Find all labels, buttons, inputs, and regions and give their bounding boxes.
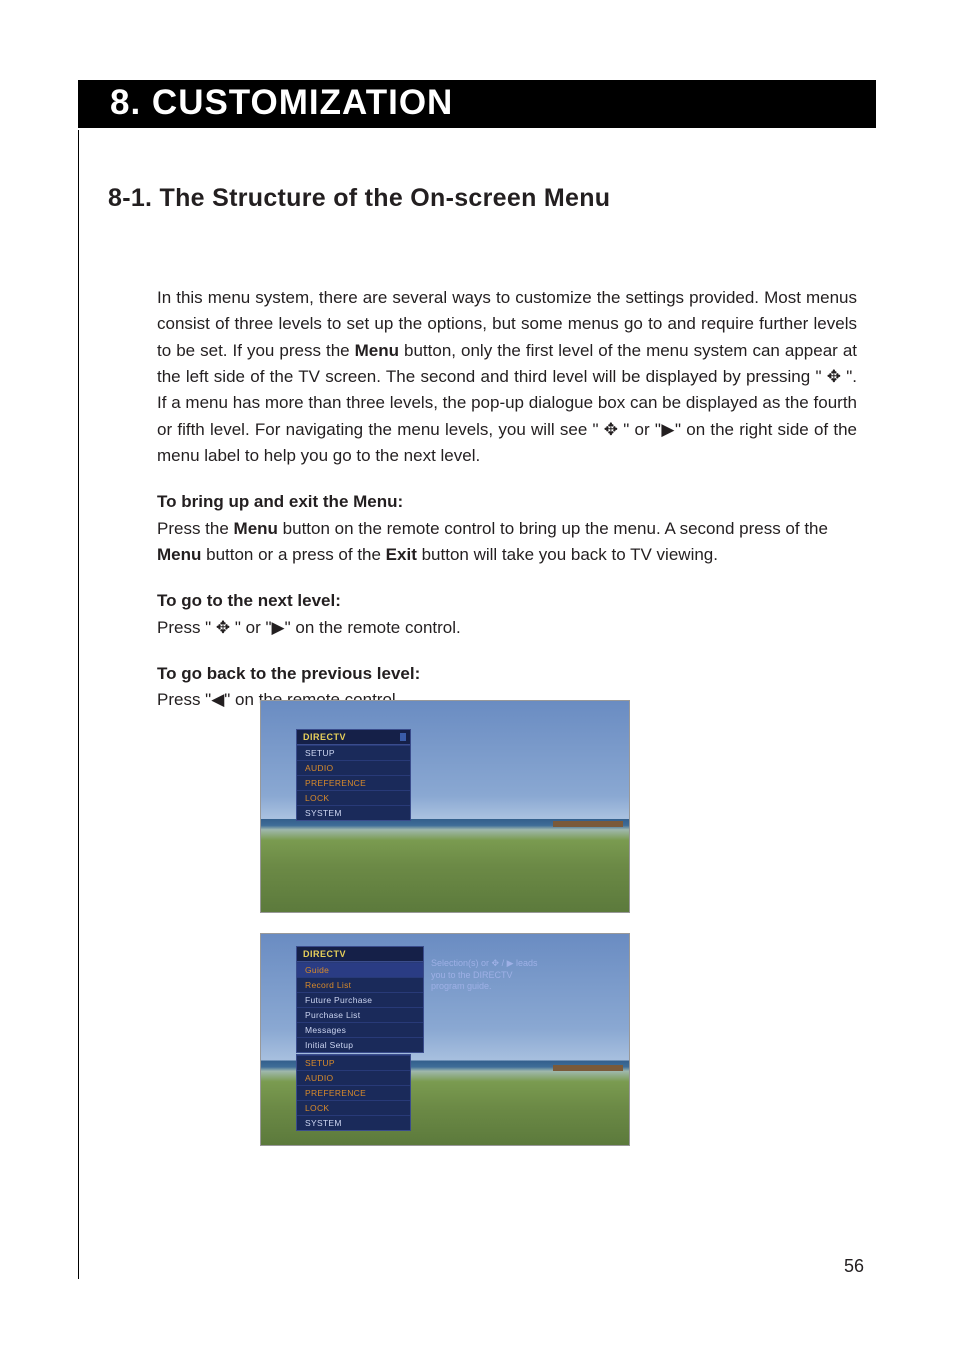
figure-2-info-panel: Selection(s) or ✥ / ▶ leads you to the D… xyxy=(431,958,541,993)
fig1-item-system: SYSTEM xyxy=(297,805,410,820)
figure-2: DIRECTV Guide Record List Future Purchas… xyxy=(260,933,630,1146)
s1b: button on the remote control to bring up… xyxy=(278,519,828,538)
s1-menu1: Menu xyxy=(234,519,278,538)
body-text: In this menu system, there are several w… xyxy=(157,285,857,728)
fig2b-item-setup: SETUP xyxy=(297,1055,410,1070)
subhead-next-level: To go to the next level: xyxy=(157,588,857,614)
figure-1-menu-header: DIRECTV xyxy=(297,730,410,745)
figure-1-horizon-detail xyxy=(553,821,623,827)
fig1-item-preference: PREFERENCE xyxy=(297,775,410,790)
fig2-header-text: DIRECTV xyxy=(303,949,346,959)
s1c: button or a press of the xyxy=(201,545,385,564)
chevron-right-icon xyxy=(400,733,406,741)
fig2-info-l1: Selection(s) or ✥ / ▶ leads xyxy=(431,958,541,970)
section-heading: 8-1. The Structure of the On-screen Menu xyxy=(108,184,610,213)
menu-bold: Menu xyxy=(355,341,399,360)
s1-exit: Exit xyxy=(386,545,417,564)
subhead-prev-level: To go back to the previous level: xyxy=(157,661,857,687)
instr-next-level: Press " ✥ " or "▶" on the remote control… xyxy=(157,615,857,641)
figure-2-bottom-panel: SETUP AUDIO PREFERENCE LOCK SYSTEM xyxy=(296,1054,411,1131)
figure-2-horizon-detail xyxy=(553,1065,623,1071)
fig2b-item-system: SYSTEM xyxy=(297,1115,410,1130)
chapter-bar: 8. CUSTOMIZATION xyxy=(78,80,876,128)
fig2b-item-audio: AUDIO xyxy=(297,1070,410,1085)
fig2-info-l3: program guide. xyxy=(431,981,541,993)
instr-bring-up-exit: Press the Menu button on the remote cont… xyxy=(157,516,857,569)
left-margin-rule xyxy=(78,130,79,1279)
fig2-item-future-purchase: Future Purchase xyxy=(297,992,423,1007)
figure-2-top-panel: DIRECTV Guide Record List Future Purchas… xyxy=(296,946,424,1053)
figures: DIRECTV SETUP AUDIO PREFERENCE LOCK SYST… xyxy=(260,700,630,1166)
figure-1: DIRECTV SETUP AUDIO PREFERENCE LOCK SYST… xyxy=(260,700,630,913)
page-number: 56 xyxy=(844,1256,864,1277)
s1-menu2: Menu xyxy=(157,545,201,564)
figure-2-top-header: DIRECTV xyxy=(297,947,423,962)
fig2-item-messages: Messages xyxy=(297,1022,423,1037)
fig2-info-l2: you to the DIRECTV xyxy=(431,970,541,982)
chapter-title: 8. CUSTOMIZATION xyxy=(110,83,453,123)
page: 8. CUSTOMIZATION 8-1. The Structure of t… xyxy=(0,0,954,1351)
s1a: Press the xyxy=(157,519,234,538)
fig2-item-guide: Guide xyxy=(297,962,423,977)
fig2b-item-lock: LOCK xyxy=(297,1100,410,1115)
fig2-item-record-list: Record List xyxy=(297,977,423,992)
fig2-item-purchase-list: Purchase List xyxy=(297,1007,423,1022)
figure-1-menu-panel: DIRECTV SETUP AUDIO PREFERENCE LOCK SYST… xyxy=(296,729,411,821)
fig1-item-audio: AUDIO xyxy=(297,760,410,775)
intro-paragraph: In this menu system, there are several w… xyxy=(157,285,857,469)
fig2b-item-preference: PREFERENCE xyxy=(297,1085,410,1100)
subhead-bring-up-exit: To bring up and exit the Menu: xyxy=(157,489,857,515)
s1d: button will take you back to TV viewing. xyxy=(417,545,718,564)
fig1-item-lock: LOCK xyxy=(297,790,410,805)
fig1-header-text: DIRECTV xyxy=(303,732,346,742)
fig2-item-initial-setup: Initial Setup xyxy=(297,1037,423,1052)
fig1-item-setup: SETUP xyxy=(297,745,410,760)
